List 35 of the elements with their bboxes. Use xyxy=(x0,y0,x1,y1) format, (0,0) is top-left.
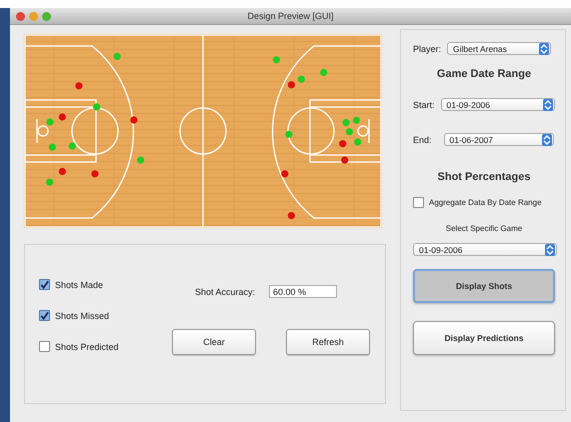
dropdown[interactable]: 01-09-2006 xyxy=(413,243,557,256)
dropdown[interactable]: 01-09-2006 xyxy=(440,98,555,111)
checkbox-label: Shots Missed xyxy=(55,310,110,320)
window-title: Design Preview [GUI] xyxy=(247,11,334,21)
field-label: Start: xyxy=(413,100,435,110)
checkbox[interactable] xyxy=(39,310,50,321)
stepper-icon xyxy=(539,42,550,54)
checkbox-label: Shots Predicted xyxy=(55,342,119,352)
accuracy-field[interactable]: 60.00 % xyxy=(269,285,338,298)
dropdown-value: Gilbert Arenas xyxy=(453,44,507,54)
action-button[interactable]: Refresh xyxy=(286,329,370,355)
checkbox-label: Shots Made xyxy=(55,280,104,290)
stepper-icon xyxy=(545,244,555,256)
display-button[interactable]: Display Predictions xyxy=(413,321,555,355)
field-label: Shot Accuracy: xyxy=(195,286,256,296)
checkbox[interactable] xyxy=(39,341,50,352)
field-label: End: xyxy=(413,134,432,144)
section-heading: Shot Percentages xyxy=(436,171,532,183)
dropdown[interactable]: Gilbert Arenas xyxy=(447,42,552,55)
dropdown[interactable]: 01-06-2007 xyxy=(444,133,554,146)
stepper-icon xyxy=(542,134,552,146)
field-label: Select Specific Game xyxy=(444,224,524,233)
section-heading: Game Date Range xyxy=(436,68,532,80)
checkbox-label: Aggregate Data By Date Range xyxy=(429,198,542,207)
field-label: Player: xyxy=(413,44,442,54)
zoom-icon[interactable] xyxy=(42,12,51,20)
checkbox[interactable] xyxy=(39,279,50,290)
display-button[interactable]: Display Shots xyxy=(413,269,555,303)
close-icon[interactable] xyxy=(16,12,25,20)
checkbox[interactable] xyxy=(413,197,424,208)
stepper-icon xyxy=(542,98,553,110)
action-button[interactable]: Clear xyxy=(172,329,256,355)
dropdown-value: 01-06-2007 xyxy=(450,134,493,144)
dropdown-value: 01-09-2006 xyxy=(419,244,462,254)
dropdown-value: 01-09-2006 xyxy=(446,100,490,110)
